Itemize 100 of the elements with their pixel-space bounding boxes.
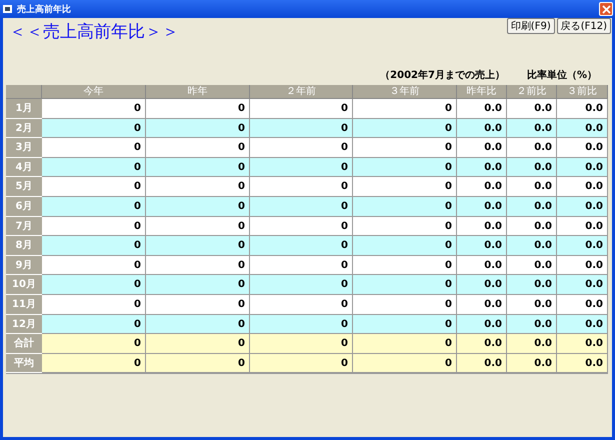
row-header: 4月 [6, 158, 42, 178]
column-header: ２年前 [250, 85, 353, 99]
table-cell: 0 [250, 275, 353, 295]
table-cell: 0.0 [457, 294, 507, 315]
window-title: 売上高前年比 [17, 3, 72, 16]
table-cell: 0.0 [507, 158, 557, 178]
function-key-button[interactable]: 印刷(F9) [506, 18, 555, 34]
table-cell: 0 [250, 294, 353, 315]
row-header: 6月 [6, 196, 42, 217]
table-cell: 0 [42, 99, 146, 119]
table-cell: 0 [353, 275, 457, 295]
table-cell: 0.0 [507, 275, 557, 295]
column-header: ２前比 [507, 85, 557, 99]
table-cell: 0.0 [507, 118, 557, 138]
header-corner [6, 85, 42, 99]
table-cell: 0 [353, 216, 457, 236]
column-header: 昨年 [146, 85, 250, 99]
period-note: （2002年7月までの売上） [380, 68, 505, 83]
table-cell: 0 [250, 138, 353, 158]
row-header: 合計 [6, 334, 42, 354]
table-cell: 0 [250, 99, 353, 119]
table-cell: 0 [42, 354, 146, 374]
table-cell: 0 [250, 334, 353, 354]
table-cell: 0 [42, 216, 146, 236]
column-header: 今年 [42, 85, 146, 99]
table-cell: 0 [146, 99, 250, 119]
table-cell: 0 [250, 216, 353, 236]
table-cell: 0.0 [457, 236, 507, 256]
table-cell: 0 [353, 177, 457, 197]
table-cell: 0.0 [507, 216, 557, 236]
row-header: 8月 [6, 236, 42, 256]
table-cell: 0 [353, 236, 457, 256]
column-header: ３前比 [557, 85, 608, 99]
row-header: 1月 [6, 99, 42, 119]
row-header: 12月 [6, 314, 42, 334]
table-cell: 0.0 [457, 138, 507, 158]
table-cell: 0 [146, 334, 250, 354]
close-button[interactable] [599, 2, 613, 16]
table-cell: 0 [42, 236, 146, 256]
table-cell: 0 [42, 256, 146, 276]
table-cell: 0.0 [507, 354, 557, 374]
function-key-button[interactable]: 戻る(F12) [556, 18, 611, 34]
table-cell: 0.0 [457, 354, 507, 374]
table-cell: 0.0 [507, 138, 557, 158]
row-header: 11月 [6, 294, 42, 315]
table-cell: 0 [353, 354, 457, 374]
row-header: 10月 [6, 275, 42, 295]
table-cell: 0 [146, 256, 250, 276]
column-header: 昨年比 [457, 85, 507, 99]
table-cell: 0 [146, 138, 250, 158]
table-cell: 0.0 [557, 275, 608, 295]
table-cell: 0.0 [457, 334, 507, 354]
table-cell: 0 [250, 236, 353, 256]
table-cell: 0.0 [457, 314, 507, 334]
table-cell: 0 [146, 177, 250, 197]
table-cell: 0.0 [507, 334, 557, 354]
table-cell: 0.0 [457, 216, 507, 236]
table-cell: 0.0 [457, 196, 507, 217]
table-cell: 0 [353, 99, 457, 119]
table-cell: 0.0 [557, 256, 608, 276]
table-cell: 0 [42, 314, 146, 334]
table-cell: 0.0 [457, 177, 507, 197]
table-cell: 0 [353, 256, 457, 276]
table-cell: 0 [250, 177, 353, 197]
table-cell: 0 [250, 118, 353, 138]
table-cell: 0 [250, 354, 353, 374]
table-cell: 0.0 [557, 236, 608, 256]
table-cell: 0.0 [457, 99, 507, 119]
table-cell: 0 [353, 158, 457, 178]
row-header: 2月 [6, 118, 42, 138]
table-cell: 0 [42, 118, 146, 138]
app-icon [3, 4, 13, 14]
table-cell: 0 [146, 216, 250, 236]
table-cell: 0 [250, 256, 353, 276]
table-cell: 0.0 [457, 275, 507, 295]
table-cell: 0 [146, 118, 250, 138]
table-cell: 0.0 [557, 314, 608, 334]
table-cell: 0 [42, 275, 146, 295]
table-cell: 0.0 [457, 118, 507, 138]
table-cell: 0.0 [557, 118, 608, 138]
table-cell: 0 [353, 118, 457, 138]
table-cell: 0 [42, 196, 146, 217]
column-header: ３年前 [353, 85, 457, 99]
table-cell: 0.0 [557, 99, 608, 119]
table-cell: 0.0 [507, 99, 557, 119]
row-header: 7月 [6, 216, 42, 236]
table-cell: 0 [146, 354, 250, 374]
table-cell: 0.0 [557, 334, 608, 354]
table-cell: 0.0 [557, 196, 608, 217]
table-cell: 0 [146, 196, 250, 217]
table-cell: 0 [353, 294, 457, 315]
table-cell: 0.0 [557, 354, 608, 374]
table-cell: 0 [146, 158, 250, 178]
row-header: 9月 [6, 256, 42, 276]
table-cell: 0 [353, 334, 457, 354]
table-cell: 0 [146, 314, 250, 334]
unit-note: 比率単位（%） [526, 68, 597, 83]
table-cell: 0.0 [507, 256, 557, 276]
table-cell: 0.0 [557, 138, 608, 158]
table-cell: 0 [250, 314, 353, 334]
